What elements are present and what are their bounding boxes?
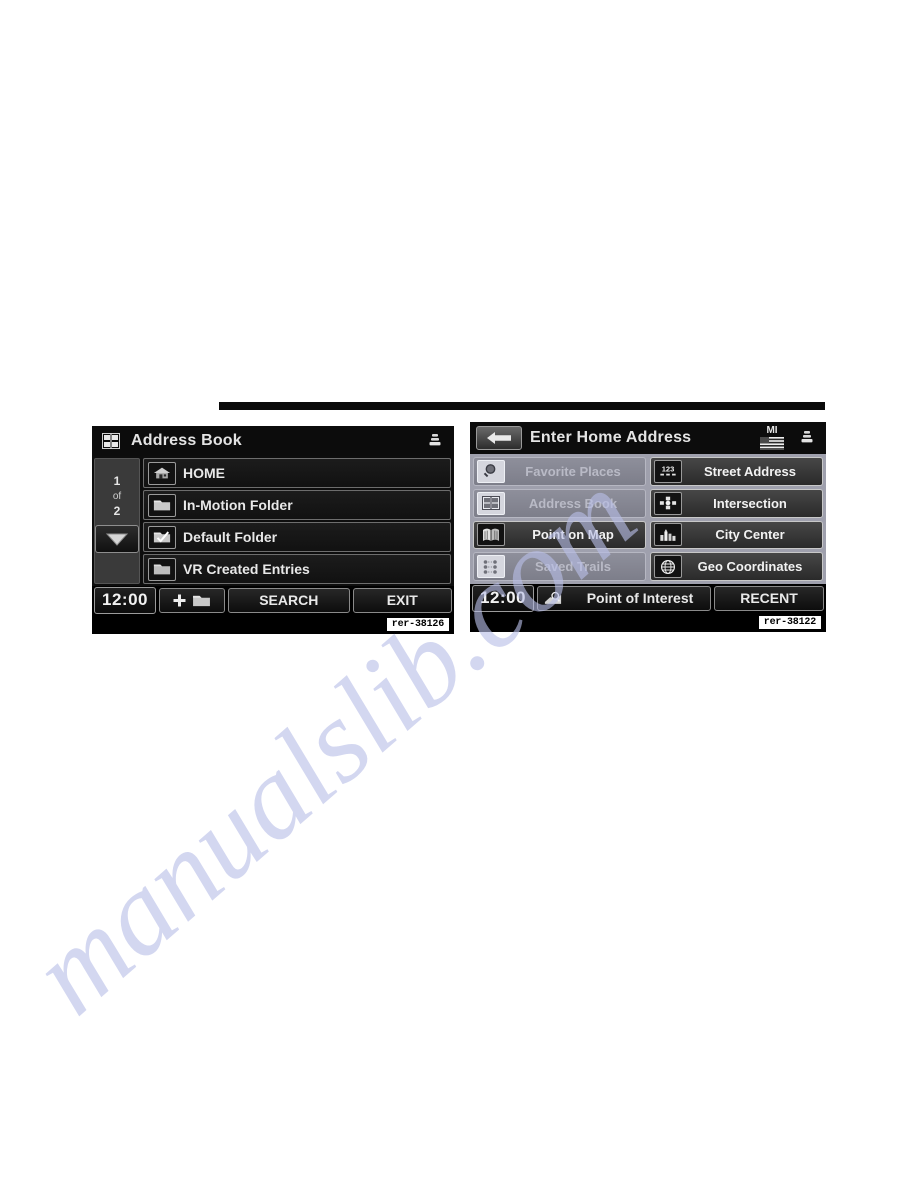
address-book-icon (98, 431, 124, 452)
list-item-vr-created-entries[interactable]: VR Created Entries (143, 554, 451, 584)
seat-stack-icon (422, 431, 448, 452)
grid-right-column: 123 Street Address Intersection City Cen… (650, 457, 823, 581)
page-down-button[interactable] (95, 525, 139, 553)
crossroads-icon (654, 491, 682, 515)
favorite-places-button[interactable]: Favorite Places (473, 457, 646, 486)
right-caption-strip: rer-38122 (470, 612, 826, 632)
svg-text:123: 123 (662, 465, 675, 474)
list-item-label: In-Motion Folder (183, 497, 293, 513)
map-search-icon (542, 588, 564, 609)
address-book-titlebar: Address Book (92, 426, 454, 456)
magnifier-icon (477, 459, 505, 483)
list-item-label: VR Created Entries (183, 561, 310, 577)
address-book-bottombar: 12:00 SEARCH EXIT (92, 586, 454, 614)
address-book-button[interactable]: Address Book (473, 488, 646, 518)
address-book-screen: Address Book 1 of 2 HOME In-Motion Folde… (92, 426, 454, 634)
button-label: Favorite Places (525, 463, 621, 479)
page-title: Address Book (131, 432, 242, 449)
state-code: MI (766, 425, 778, 436)
us-flag-icon (760, 437, 784, 450)
folder-icon (148, 557, 176, 581)
point-of-interest-button[interactable]: Point of Interest (537, 585, 711, 611)
trail-dots-icon (477, 555, 505, 579)
globe-icon (654, 555, 682, 579)
folder-icon (193, 595, 210, 606)
button-label: City Center (715, 527, 785, 543)
clock-display: 12:00 (472, 584, 534, 612)
list-item-label: Default Folder (183, 529, 278, 545)
left-caption-strip: rer-38126 (92, 614, 454, 634)
back-arrow-icon (487, 432, 511, 444)
state-indicator: MI (760, 426, 784, 450)
list-item-in-motion-folder[interactable]: In-Motion Folder (143, 490, 451, 520)
chevron-down-icon (105, 533, 129, 546)
button-label: Point of Interest (586, 590, 694, 606)
intersection-button[interactable]: Intersection (650, 488, 823, 518)
button-label: Street Address (704, 463, 796, 479)
clock-display: 12:00 (94, 586, 156, 614)
section-divider-rule (219, 402, 825, 410)
address-book-list-area: 1 of 2 HOME In-Motion Folder Default Fol… (92, 456, 454, 586)
page-total: 2 (113, 504, 121, 518)
folder-check-icon (148, 525, 176, 549)
plus-icon (173, 594, 186, 606)
search-button[interactable]: SEARCH (228, 587, 350, 613)
button-label: Intersection (713, 495, 787, 511)
page-title: Enter Home Address (530, 429, 692, 446)
back-button[interactable] (476, 426, 522, 450)
button-label: Saved Trails (535, 559, 611, 575)
seat-stack-icon (794, 428, 820, 449)
figure-caption: rer-38126 (386, 617, 449, 631)
page-current: 1 (113, 474, 121, 488)
button-label: Geo Coordinates (697, 559, 803, 575)
exit-button[interactable]: EXIT (352, 587, 452, 613)
enter-home-address-bottombar: 12:00 Point of Interest RECENT (470, 584, 826, 612)
house-icon (148, 461, 176, 485)
page-indicator: 1 of 2 (94, 458, 140, 584)
point-on-map-button[interactable]: Point on Map (473, 520, 646, 550)
geo-coordinates-button[interactable]: Geo Coordinates (650, 552, 823, 581)
recent-button[interactable]: RECENT (714, 585, 824, 611)
street-address-button[interactable]: 123 Street Address (650, 457, 823, 486)
list-item-default-folder[interactable]: Default Folder (143, 522, 451, 552)
enter-home-address-titlebar: Enter Home Address MI (470, 422, 826, 454)
folder-icon (148, 493, 176, 517)
grid-left-column: Favorite Places Address Book Point on Ma… (473, 457, 646, 581)
buildings-icon (654, 523, 682, 547)
destination-method-grid: Favorite Places Address Book Point on Ma… (470, 454, 826, 584)
titlebar-right-icons: MI (760, 426, 820, 450)
address-book-icon (477, 491, 505, 515)
city-center-button[interactable]: City Center (650, 520, 823, 550)
page-separator: of (112, 491, 122, 502)
figure-caption: rer-38122 (758, 615, 821, 629)
enter-home-address-screen: Enter Home Address MI Favorite Places Ad… (470, 422, 826, 632)
list-item-label: HOME (183, 465, 225, 481)
button-label: Address Book (528, 495, 618, 511)
numbers-123-icon: 123 (654, 459, 682, 483)
button-label: Point on Map (532, 527, 614, 543)
address-book-rows: HOME In-Motion Folder Default Folder VR … (143, 458, 451, 584)
saved-trails-button[interactable]: Saved Trails (473, 552, 646, 581)
open-map-icon (477, 523, 505, 547)
titlebar-right-icons (422, 431, 448, 452)
list-item-home[interactable]: HOME (143, 458, 451, 488)
new-folder-button[interactable] (159, 587, 225, 613)
